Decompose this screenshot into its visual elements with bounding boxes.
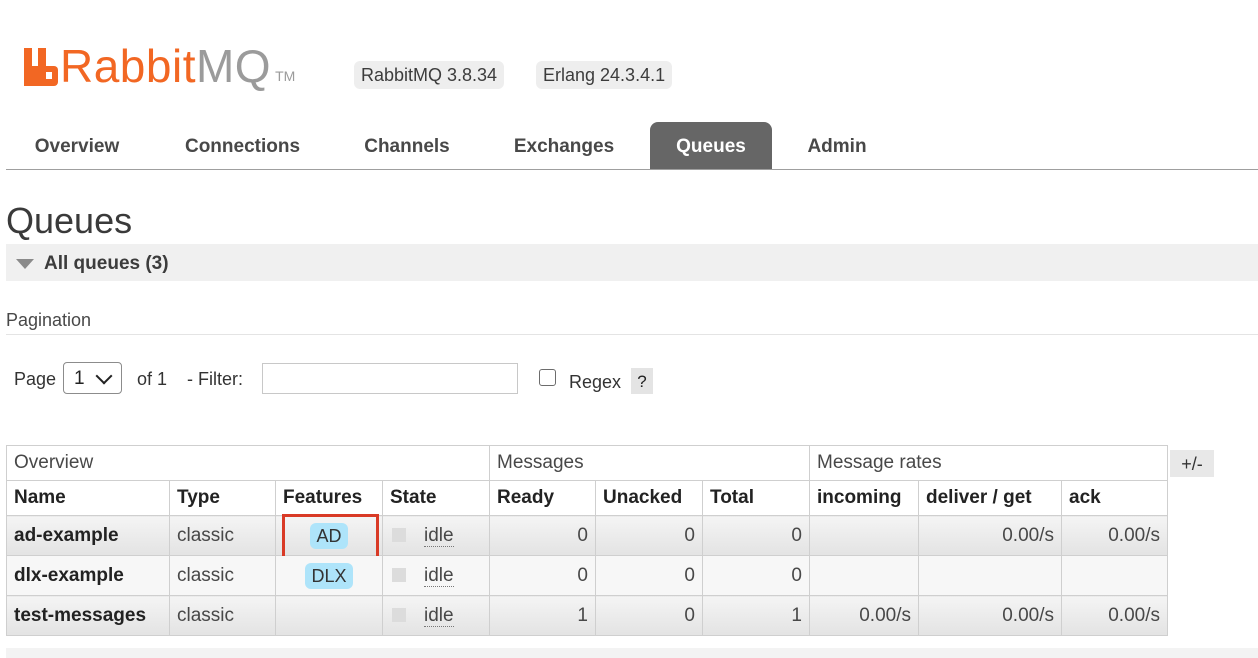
queue-name-link[interactable]: ad-example: [6, 515, 170, 556]
page-select-value: 1: [74, 368, 85, 389]
state-indicator-icon: [392, 608, 406, 623]
rate-ack: 0.00/s: [1061, 595, 1168, 636]
feature-badge: AD: [310, 522, 348, 549]
tab-exchanges[interactable]: Exchanges: [494, 122, 634, 169]
column-header-deliver-get[interactable]: deliver / get: [918, 480, 1062, 516]
collapse-triangle-icon: [16, 259, 34, 269]
messages-ready: 1: [489, 595, 596, 636]
table-row[interactable]: dlx-example classic DLX idle 0 0 0: [6, 555, 1168, 596]
queue-state: idle: [382, 515, 490, 556]
rate-incoming: [809, 555, 919, 596]
messages-total: 1: [702, 595, 810, 636]
messages-ready: 0: [489, 555, 596, 596]
rabbitmq-logo: RabbitMQ TM: [24, 38, 296, 92]
state-indicator-icon: [392, 568, 406, 583]
queue-type: classic: [169, 595, 276, 636]
tab-connections[interactable]: Connections: [166, 122, 319, 169]
pagination-heading: Pagination: [6, 310, 92, 330]
state-indicator-icon: [392, 528, 406, 543]
regex-help-button[interactable]: ?: [631, 368, 653, 394]
rate-ack: [1061, 555, 1168, 596]
tab-admin[interactable]: Admin: [790, 122, 884, 169]
feature-badge: DLX: [305, 562, 353, 589]
table-row[interactable]: ad-example classic AD idle 0 0 0 0.00/s …: [6, 514, 1168, 559]
column-header-unacked[interactable]: Unacked: [595, 480, 703, 516]
messages-unacked: 0: [595, 555, 703, 596]
rate-deliver-get: [918, 555, 1062, 596]
filter-input[interactable]: [262, 363, 518, 394]
page-select[interactable]: 1: [63, 362, 122, 394]
column-header-ack[interactable]: ack: [1061, 480, 1168, 516]
queue-type: classic: [169, 555, 276, 596]
queue-features: DLX: [275, 555, 383, 596]
rate-deliver-get: 0.00/s: [918, 595, 1062, 636]
regex-label: Regex: [569, 372, 622, 392]
messages-total: 0: [702, 555, 810, 596]
logo-wordmark: RabbitMQ: [60, 40, 272, 92]
column-group-messages: Messages: [489, 445, 810, 481]
regex-checkbox[interactable]: [539, 369, 556, 386]
filter-label: - Filter:: [187, 369, 243, 389]
tab-overview[interactable]: Overview: [12, 122, 142, 169]
rate-deliver-get: 0.00/s: [918, 515, 1062, 556]
column-header-type[interactable]: Type: [169, 480, 276, 516]
page-label: Page: [14, 369, 57, 389]
rabbitmq-version-badge: RabbitMQ 3.8.34: [354, 61, 505, 89]
queue-name-link[interactable]: test-messages: [6, 595, 170, 636]
queue-type: classic: [169, 515, 276, 556]
column-header-features: Features: [275, 480, 383, 516]
rate-incoming: 0.00/s: [809, 595, 919, 636]
column-header-state[interactable]: State: [382, 480, 490, 516]
messages-unacked: 0: [595, 595, 703, 636]
next-section-bar: [6, 648, 1258, 658]
messages-unacked: 0: [595, 515, 703, 556]
all-queues-section-toggle[interactable]: All queues (3): [6, 244, 1258, 281]
column-toggle-button[interactable]: +/-: [1170, 450, 1214, 477]
page-count-label: of 1: [137, 369, 168, 389]
rabbitmq-logo-icon: [24, 48, 58, 86]
section-label: All queues (3): [44, 253, 169, 274]
queue-features: [275, 595, 383, 636]
column-header-ready[interactable]: Ready: [489, 480, 596, 516]
queue-name-link[interactable]: dlx-example: [6, 555, 170, 596]
tab-queues[interactable]: Queues: [650, 122, 772, 169]
table-row[interactable]: test-messages classic idle 1 0 1 0.00/s …: [6, 595, 1168, 636]
column-header-incoming[interactable]: incoming: [809, 480, 919, 516]
chevron-down-icon: [95, 367, 113, 385]
queues-table: Overview Messages Message rates Name Typ…: [6, 445, 1168, 636]
queue-features: AD: [275, 514, 383, 559]
page-title: Queues: [6, 200, 133, 241]
rate-ack: 0.00/s: [1061, 515, 1168, 556]
column-group-overview: Overview: [6, 445, 490, 481]
queue-state: idle: [382, 595, 490, 636]
erlang-version-badge: Erlang 24.3.4.1: [536, 61, 673, 89]
messages-ready: 0: [489, 515, 596, 556]
messages-total: 0: [702, 515, 810, 556]
divider: [6, 334, 1258, 335]
rate-incoming: [809, 515, 919, 556]
trademark-mark: TM: [275, 68, 296, 84]
column-header-total[interactable]: Total: [702, 480, 810, 516]
tab-channels[interactable]: Channels: [346, 122, 468, 169]
queue-state: idle: [382, 555, 490, 596]
main-nav: Overview Connections Channels Exchanges …: [6, 122, 1258, 170]
column-group-message-rates: Message rates: [809, 445, 1168, 481]
column-header-name[interactable]: Name: [6, 480, 170, 516]
